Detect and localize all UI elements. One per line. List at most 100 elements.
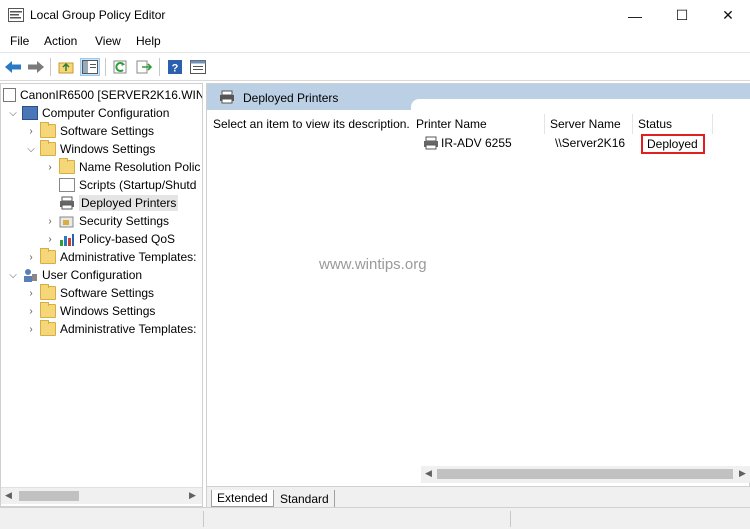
tree-label: Computer Configuration: [42, 106, 170, 120]
scroll-thumb[interactable]: [437, 469, 733, 479]
printer-icon: [424, 136, 438, 150]
user-icon: [24, 269, 37, 282]
tree-name-resolution-policy[interactable]: › Name Resolution Polic: [44, 158, 200, 176]
tree-scripts[interactable]: Scripts (Startup/Shutd: [44, 176, 196, 194]
tree-label: Security Settings: [79, 214, 170, 228]
status-bar: [0, 507, 750, 529]
tab-extended[interactable]: Extended: [211, 490, 274, 507]
console-tree[interactable]: CanonIR6500 [SERVER2K16.WINT ⌵ Computer …: [0, 83, 203, 507]
tree-computer-configuration[interactable]: ⌵ Computer Configuration: [7, 104, 169, 122]
help-icon[interactable]: ?: [165, 58, 185, 76]
folder-icon: [40, 122, 56, 138]
scroll-right-icon[interactable]: ▶: [739, 468, 746, 479]
bar-chart-icon: [60, 234, 74, 246]
group-policy-icon: [8, 8, 24, 22]
tree-uc-windows-settings[interactable]: › Windows Settings: [25, 302, 155, 320]
tree-uc-administrative-templates[interactable]: › Administrative Templates:: [25, 320, 197, 338]
back-icon[interactable]: [3, 58, 23, 76]
column-server-name[interactable]: Server Name: [545, 114, 633, 134]
list-horizontal-scrollbar[interactable]: ◀ ▶: [421, 466, 750, 483]
properties-icon[interactable]: [188, 58, 208, 76]
tree-label: Software Settings: [60, 286, 155, 300]
printer-name-cell: IR-ADV 6255: [441, 136, 512, 150]
menu-view[interactable]: View: [95, 34, 121, 48]
folder-icon: [40, 248, 56, 264]
menu-file[interactable]: File: [10, 34, 29, 48]
close-button[interactable]: ✕: [705, 0, 750, 31]
server-name-cell: \\Server2K16: [555, 136, 626, 150]
chevron-right-icon[interactable]: ›: [25, 252, 37, 263]
tree-uc-software-settings[interactable]: › Software Settings: [25, 284, 154, 302]
menu-help[interactable]: Help: [136, 34, 161, 48]
tree-user-configuration[interactable]: ⌵ User Configuration: [7, 266, 142, 284]
tree-label: Administrative Templates:: [60, 250, 197, 264]
scroll-right-icon[interactable]: ▶: [189, 490, 196, 501]
script-icon: [59, 178, 75, 192]
folder-icon: [40, 284, 56, 300]
chevron-right-icon[interactable]: ›: [25, 306, 37, 317]
tree-root-label: CanonIR6500 [SERVER2K16.WINT: [20, 88, 203, 102]
svg-text:?: ?: [172, 63, 179, 75]
scroll-thumb[interactable]: [19, 491, 79, 501]
minimize-button[interactable]: —: [612, 0, 658, 31]
forward-icon[interactable]: [26, 58, 46, 76]
scroll-left-icon[interactable]: ◀: [5, 490, 12, 501]
menu-bar: File Action View Help: [0, 31, 750, 52]
printer-icon: [60, 196, 74, 210]
printer-list[interactable]: Printer Name Server Name Status: [411, 99, 750, 483]
title-bar: Local Group Policy Editor — ☐ ✕: [0, 0, 750, 31]
chevron-right-icon[interactable]: ›: [44, 216, 56, 227]
tree-label: Windows Settings: [60, 304, 156, 318]
refresh-icon[interactable]: [111, 58, 131, 76]
up-folder-icon[interactable]: [56, 58, 76, 76]
tree-label: Policy-based QoS: [79, 232, 176, 246]
window-title: Local Group Policy Editor: [30, 8, 166, 22]
chevron-right-icon[interactable]: ›: [25, 288, 37, 299]
details-title: Deployed Printers: [243, 91, 339, 105]
tree-security-settings[interactable]: › Security Settings: [44, 212, 169, 230]
tree-cc-software-settings[interactable]: › Software Settings: [25, 122, 154, 140]
tab-standard[interactable]: Standard: [275, 490, 335, 507]
show-hide-tree-icon[interactable]: [80, 58, 100, 76]
tree-cc-windows-settings[interactable]: ⌵ Windows Settings: [25, 140, 155, 158]
tree-label: Name Resolution Polic: [79, 160, 201, 174]
security-icon: [59, 216, 74, 228]
folder-icon: [40, 320, 56, 336]
chevron-right-icon[interactable]: ›: [25, 324, 37, 335]
tree-label: Scripts (Startup/Shutd: [79, 178, 197, 192]
chevron-right-icon[interactable]: ›: [25, 126, 37, 137]
column-printer-name[interactable]: Printer Name: [411, 114, 545, 134]
computer-icon: [22, 106, 38, 120]
tree-cc-administrative-templates[interactable]: › Administrative Templates:: [25, 248, 197, 266]
tree-label: Deployed Printers: [79, 195, 179, 211]
watermark: www.wintips.org: [319, 256, 427, 273]
chevron-right-icon[interactable]: ›: [44, 234, 56, 245]
chevron-right-icon[interactable]: ›: [44, 162, 56, 173]
scroll-left-icon[interactable]: ◀: [425, 468, 432, 479]
menu-action[interactable]: Action: [44, 34, 77, 48]
toolbar: ?: [0, 52, 750, 81]
printer-icon: [220, 90, 234, 104]
folder-icon: [40, 302, 56, 318]
tree-label: Software Settings: [60, 124, 155, 138]
tree-label: User Configuration: [42, 268, 143, 282]
chevron-down-icon[interactable]: ⌵: [7, 270, 19, 281]
description-text: Select an item to view its description.: [213, 117, 410, 131]
view-tabs: Extended Standard: [207, 486, 750, 508]
chevron-down-icon[interactable]: ⌵: [25, 144, 37, 155]
export-list-icon[interactable]: [134, 58, 154, 76]
tree-root[interactable]: CanonIR6500 [SERVER2K16.WINT: [3, 86, 203, 104]
maximize-button[interactable]: ☐: [659, 0, 705, 31]
folder-icon: [40, 140, 56, 156]
tree-horizontal-scrollbar[interactable]: ◀ ▶: [1, 487, 202, 504]
tree-label: Administrative Templates:: [60, 322, 197, 336]
policy-document-icon: [3, 88, 16, 102]
details-pane: Deployed Printers Printer Name Server Na…: [206, 83, 750, 508]
folder-icon: [59, 158, 75, 174]
tree-policy-based-qos[interactable]: › Policy-based QoS: [44, 230, 175, 248]
column-status[interactable]: Status: [633, 114, 713, 134]
chevron-down-icon[interactable]: ⌵: [7, 108, 19, 119]
tree-deployed-printers[interactable]: Deployed Printers: [44, 194, 179, 212]
tree-label: Windows Settings: [60, 142, 156, 156]
status-cell: Deployed: [641, 134, 705, 154]
